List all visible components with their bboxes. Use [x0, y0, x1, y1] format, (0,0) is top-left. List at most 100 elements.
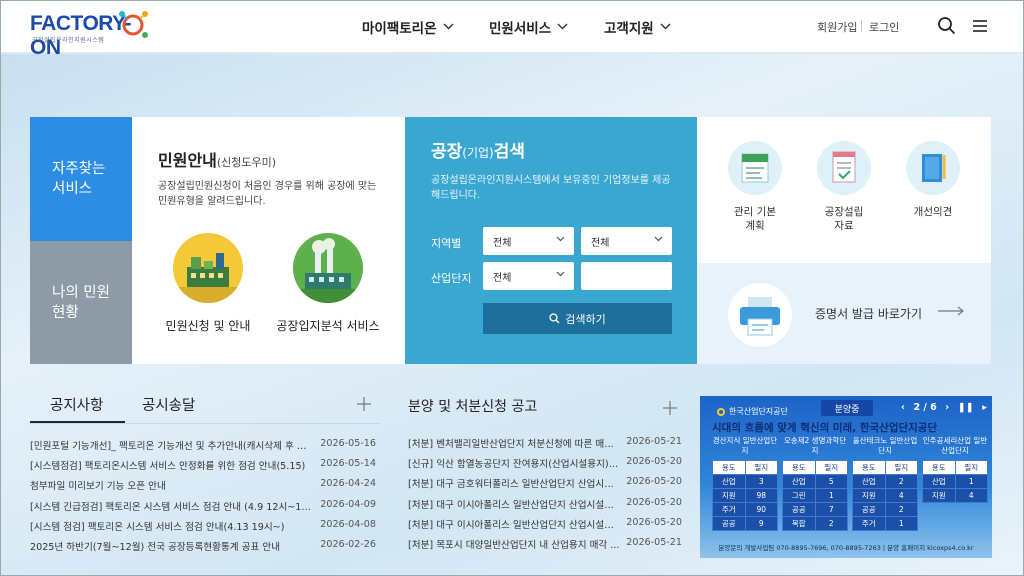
- table-cell: 지원: [922, 488, 956, 503]
- chevron-down-icon: [443, 20, 454, 33]
- banner-complex-column: 오송제2 생명과학단지 용도 필지 산업 5 그린 1 공공 7 복합 2: [782, 436, 848, 531]
- certificate-label: 증명서 발급 바로가기: [815, 307, 922, 321]
- table-cell: 공공: [782, 502, 816, 517]
- industrial-complex-select[interactable]: 전체: [483, 262, 574, 290]
- list-item[interactable]: [처분] 대구 이시아폴리스 일반산업단지 산업시설용... 2026-05-20: [408, 517, 682, 537]
- notice-date: 2026-04-08: [320, 518, 376, 530]
- quick-link-label: 공장설립 자료: [824, 206, 864, 232]
- sales-section-title: 분양 및 처분신청 공고: [408, 399, 538, 415]
- sales-notice-list: [처분] 벤처밸리일반산업단지 처분신청에 따른 매각... 2026-05-21…: [408, 436, 682, 557]
- sales-more-plus-icon[interactable]: [662, 397, 678, 421]
- table-cell: 공공: [852, 502, 886, 517]
- chevron-down-icon: [660, 20, 671, 33]
- notice-title: [시스템 긴급점검] 팩토리온 시스템 서비스 점검 안내 (4.9 12시~1…: [30, 501, 315, 513]
- notice-title: 2025년 하반기(7월~12월) 전국 공장등록현황통계 공표 안내: [30, 541, 281, 553]
- table-cell: 9: [744, 516, 778, 531]
- region-province-select[interactable]: 전체: [483, 227, 574, 255]
- tab-public-service[interactable]: 공시송달: [142, 394, 195, 415]
- factory-search-panel: 공장(기업)검색 공장설립온라인지원시스템에서 보유중인 기업정보를 제공해드립…: [405, 117, 697, 364]
- banner-contact: 분양문의 개발사업팀 070-8895-7696, 070-8895-7263 …: [718, 544, 974, 552]
- list-item[interactable]: [시스템 점검] 팩토리온 시스템 서비스 점검 안내(4.13 19시~) 20…: [30, 519, 376, 539]
- guide-title: 민원안내(신청도우미): [158, 147, 276, 171]
- complex-name: 울산테크노 일반산업단지: [852, 436, 918, 455]
- factory-on-logo[interactable]: FACTORY-ON 공장설립온라인지원시스템: [30, 8, 150, 59]
- nav-my-factoryon[interactable]: 마이팩토리온: [362, 0, 454, 53]
- select-value: 전체: [591, 237, 610, 249]
- industrial-complex-banner[interactable]: 한국산업단지공단 분양중 ‹ 2 / 6 › ❚❚ ▸ 시대의 흐름에 맞게 혁…: [700, 396, 992, 558]
- table-cell: 1: [814, 488, 848, 503]
- complex-name: 경산지식 일반산업단지: [712, 436, 778, 455]
- notice-title: [시스템 점검] 팩토리온 시스템 서비스 점검 안내(4.13 19시~): [30, 521, 285, 533]
- tab-my-application-status[interactable]: 나의 민원현황: [30, 241, 132, 364]
- kicox-logo: 한국산업단지공단: [716, 406, 788, 417]
- table-cell: 용도: [782, 460, 816, 475]
- sale-title: [처분] 대구 이시아폴리스 일반산업단지 산업시설용...: [408, 499, 621, 511]
- list-item[interactable]: [민원포털 기능개선]_ 팩토리온 기능개선 및 추가안내(캐시삭제 후 사용)…: [30, 438, 376, 458]
- complex-name-input[interactable]: [581, 262, 672, 290]
- quick-link-label: 개선의견: [913, 206, 953, 218]
- search-icon[interactable]: [937, 16, 957, 36]
- signup-link[interactable]: 회원가입: [817, 19, 857, 35]
- search-title: 공장(기업)검색: [431, 137, 525, 162]
- banner-headline: 시대의 흐름에 맞게 혁신의 미래, 한국산업단지공단: [712, 422, 938, 434]
- region-city-select[interactable]: 전체: [581, 227, 672, 255]
- quick-link-factory-materials[interactable]: 공장설립 자료: [804, 141, 884, 233]
- table-cell: 98: [744, 488, 778, 503]
- service-site-analysis[interactable]: 공장입지분석 서비스: [268, 233, 388, 334]
- notebook-pen-icon: [906, 141, 960, 195]
- nav-civil-service[interactable]: 민원서비스: [489, 0, 568, 53]
- nav-label: 마이팩토리온: [362, 20, 437, 37]
- tab-notices[interactable]: 공지사항: [29, 394, 126, 423]
- tab-frequent-services[interactable]: 자주찾는 서비스: [30, 117, 141, 241]
- sale-date: 2026-05-20: [626, 516, 682, 528]
- list-item[interactable]: [신규] 익산 함열농공단지 잔여용지(산업시설용지) ... 2026-05-2…: [408, 456, 682, 476]
- list-item[interactable]: [시스템 긴급점검] 팩토리온 시스템 서비스 점검 안내 (4.9 12시~1…: [30, 499, 376, 519]
- play-icon[interactable]: ▸: [982, 402, 987, 413]
- search-button[interactable]: 검색하기: [483, 303, 672, 334]
- table-cell: 산업: [852, 474, 886, 489]
- industrial-site-icon: [293, 233, 363, 303]
- list-item[interactable]: [처분] 대구 금호워터폴리스 일반산업단지 산업시설... 2026-05-20: [408, 476, 682, 496]
- certificate-issue-shortcut[interactable]: 증명서 발급 바로가기: [697, 263, 991, 364]
- nav-customer-support[interactable]: 고객지원: [604, 0, 671, 53]
- notices-more-plus-icon[interactable]: [356, 393, 372, 417]
- sale-date: 2026-05-20: [626, 456, 682, 468]
- chevron-down-icon: [654, 235, 663, 245]
- quick-link-label: 관리 기본계획: [734, 206, 776, 232]
- nav-label: 민원서비스: [489, 20, 552, 37]
- table-cell: 2: [884, 474, 918, 489]
- next-arrow-icon[interactable]: ›: [945, 402, 949, 413]
- quick-link-management-plan[interactable]: 관리 기본계획: [715, 141, 795, 233]
- kicox-logo-icon: [717, 407, 725, 416]
- sale-title: [신규] 익산 함열농공단지 잔여용지(산업시설용지) ...: [408, 459, 621, 471]
- table-cell: 지원: [852, 488, 886, 503]
- list-item[interactable]: [처분] 대구 이시아폴리스 일반산업단지 산업시설용... 2026-05-20: [408, 497, 682, 517]
- service-application-guide[interactable]: 민원신청 및 안내: [148, 233, 268, 334]
- complex-name: 인주공세리산업 일반산업단지: [922, 436, 988, 455]
- pause-icon[interactable]: ❚❚: [958, 402, 974, 413]
- table-cell: 필지: [814, 460, 848, 475]
- table-cell: 주거: [852, 516, 886, 531]
- table-cell: 산업: [782, 474, 816, 489]
- table-cell: 그린: [782, 488, 816, 503]
- table-cell: 용도: [852, 460, 886, 475]
- hamburger-menu-icon[interactable]: [970, 16, 990, 36]
- complex-name: 오송제2 생명과학단지: [783, 436, 847, 455]
- notice-date: 2026-02-26: [320, 538, 376, 550]
- long-arrow-right-icon: [937, 301, 965, 320]
- chevron-down-icon: [557, 20, 568, 33]
- guide-title-main: 민원안내: [158, 151, 217, 170]
- notice-date: 2026-04-24: [320, 478, 376, 490]
- quick-link-feedback[interactable]: 개선의견: [893, 141, 973, 219]
- table-cell: 복합: [782, 516, 816, 531]
- list-item[interactable]: [시스템점검] 팩토리온시스템 서비스 안정화를 위한 점검 안내(5.15) 2…: [30, 458, 376, 478]
- table-cell: 2: [884, 502, 918, 517]
- list-item[interactable]: [처분] 목포시 대양일반산업단지 내 산업용지 매각 ... 2026-05-2…: [408, 537, 682, 557]
- list-item[interactable]: 첨부파일 미리보기 기능 오픈 안내 2026-04-24: [30, 478, 376, 498]
- table-cell: 90: [744, 502, 778, 517]
- list-item[interactable]: 2025년 하반기(7월~12월) 전국 공장등록현황통계 공표 안내 2026-…: [30, 539, 376, 559]
- table-cell: 4: [954, 488, 988, 503]
- list-item[interactable]: [처분] 벤처밸리일반산업단지 처분신청에 따른 매각... 2026-05-21: [408, 436, 682, 456]
- login-link[interactable]: 로그인: [869, 19, 899, 35]
- prev-arrow-icon[interactable]: ‹: [901, 402, 905, 413]
